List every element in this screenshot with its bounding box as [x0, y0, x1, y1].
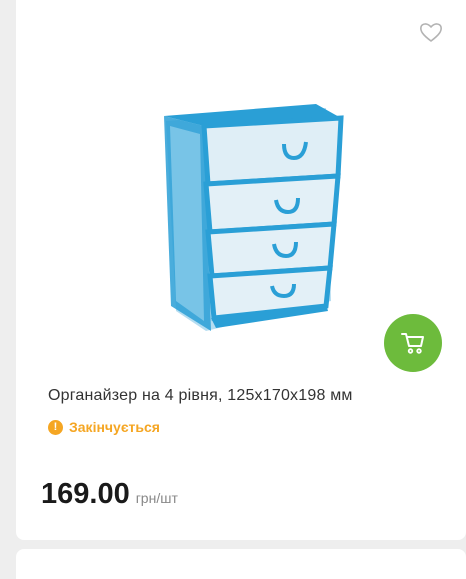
- price-value: 169.00: [41, 478, 130, 510]
- heart-outline-icon: [420, 23, 442, 42]
- price-unit: грн/шт: [135, 490, 178, 506]
- shopping-cart-icon: [401, 333, 424, 354]
- product-image[interactable]: [156, 96, 356, 336]
- next-product-card[interactable]: [16, 549, 466, 579]
- favorite-button[interactable]: [418, 20, 444, 44]
- product-card[interactable]: Органайзер на 4 рівня, 125х170х198 мм ! …: [16, 0, 466, 540]
- price-block: 169.00 грн/шт: [41, 478, 178, 511]
- stock-status: ! Закінчується: [48, 419, 160, 435]
- add-to-cart-button[interactable]: [384, 314, 442, 372]
- stock-status-label: Закінчується: [69, 419, 160, 435]
- product-title[interactable]: Органайзер на 4 рівня, 125х170х198 мм: [48, 387, 448, 405]
- exclamation-icon: !: [48, 419, 63, 435]
